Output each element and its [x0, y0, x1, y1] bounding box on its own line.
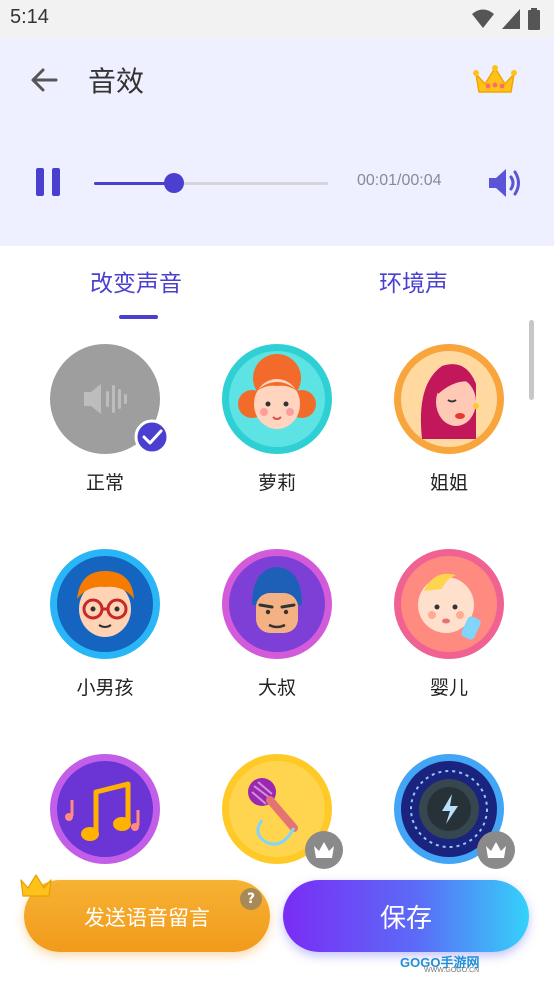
status-bar: 5:14 [0, 0, 554, 38]
status-icons [472, 8, 540, 30]
vip-crown-icon[interactable] [472, 64, 518, 98]
selected-check-icon [134, 419, 170, 455]
vip-crown-icon [20, 874, 52, 897]
page-title: 音效 [88, 65, 145, 98]
pause-bar-left [36, 168, 44, 196]
effect-normal[interactable]: 正常 [35, 344, 175, 514]
effect-label: 正常 [85, 472, 124, 494]
effect-big-sister[interactable]: 姐姐 [379, 344, 519, 514]
effect-little-girl[interactable]: 萝莉 [207, 344, 347, 514]
progress-track[interactable] [94, 182, 328, 185]
effect-baby[interactable]: 婴儿 [379, 549, 519, 719]
send-voice-message-button[interactable]: 发送语音留言 ? [20, 874, 270, 952]
battery-icon [528, 8, 540, 30]
tab-ambient-sound[interactable]: 环境声 [379, 264, 448, 298]
save-button[interactable]: 保存 [283, 880, 529, 952]
wifi-icon [472, 9, 494, 28]
little-boy-avatar [50, 549, 160, 659]
save-label: 保存 [379, 904, 432, 934]
big-sister-avatar [394, 344, 504, 454]
tab-change-voice[interactable]: 改变声音 [90, 264, 182, 298]
playback-time: 00:01/00:04 [357, 172, 442, 189]
status-time: 5:14 [10, 6, 49, 28]
progress-fill [94, 182, 174, 185]
effect-uncle[interactable]: 大叔 [207, 549, 347, 719]
music-note-icon [50, 754, 160, 864]
audio-player: 00:01/00:04 [0, 158, 554, 208]
bottom-action-bar: 发送语音留言 ? 保存 GOGO手游网 WWW.GOGO.CN [0, 858, 554, 984]
help-icon[interactable]: ? [240, 888, 262, 910]
scrollbar[interactable] [529, 320, 534, 400]
little-girl-avatar [222, 344, 332, 454]
send-voice-message-label: 发送语音留言 [84, 906, 210, 930]
signal-icon [502, 9, 520, 29]
watermark: GOGO手游网 WWW.GOGO.CN [400, 952, 480, 974]
progress-thumb[interactable] [163, 173, 184, 193]
effect-label: 萝莉 [257, 472, 296, 494]
effect-label: 大叔 [257, 677, 296, 699]
pause-bar-right [52, 168, 60, 196]
back-arrow-icon[interactable] [26, 62, 62, 98]
uncle-avatar [222, 549, 332, 659]
effect-label: 婴儿 [429, 677, 468, 699]
volume-icon[interactable] [487, 166, 523, 200]
effect-label: 小男孩 [76, 677, 134, 699]
effect-label: 姐姐 [429, 472, 468, 494]
effect-little-boy[interactable]: 小男孩 [35, 549, 175, 719]
tab-bar: 改变声音 环境声 [0, 246, 554, 322]
header: 音效 00:01/00:04 [0, 38, 554, 246]
pause-button[interactable] [36, 168, 62, 196]
watermark-url: WWW.GOGO.CN [424, 967, 480, 974]
baby-avatar [394, 549, 504, 659]
active-tab-indicator [119, 315, 158, 319]
